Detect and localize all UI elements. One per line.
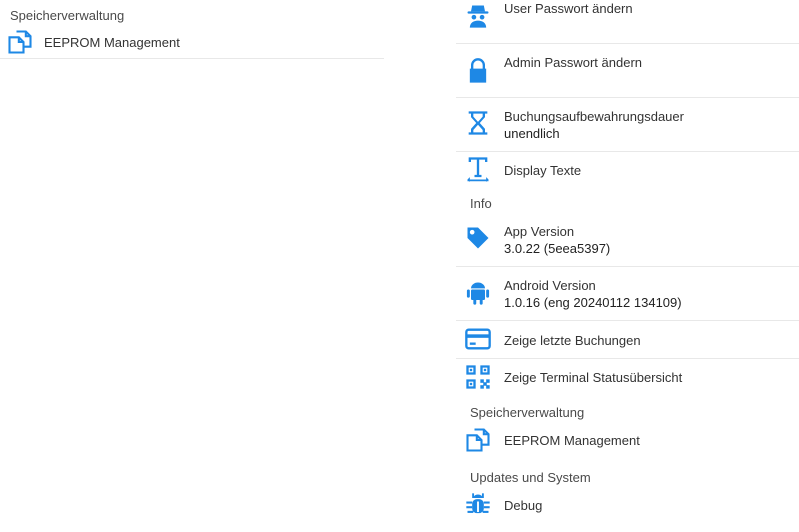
terminal-status-item[interactable]: Zeige Terminal Statusübersicht [456,359,799,395]
android-icon [464,279,492,307]
eeprom-management-item-right[interactable]: EEPROM Management [456,424,799,458]
eeprom-management-label-right: EEPROM Management [504,433,640,448]
terminal-status-label: Zeige Terminal Statusübersicht [504,370,683,385]
copy-icon [464,426,492,454]
divider [0,58,384,59]
recent-bookings-item[interactable]: Zeige letzte Buchungen [456,321,799,358]
card-icon [464,325,492,353]
text-format-icon [464,155,492,183]
eeprom-management-item[interactable]: EEPROM Management [0,28,384,58]
booking-retention-value: unendlich [504,126,560,141]
debug-item[interactable]: Debug [456,488,799,522]
display-texts-label: Display Texte [504,163,582,178]
user-password-label: User Passwort ändern [504,1,633,16]
android-version-item[interactable]: Android Version 1.0.16 (eng 20240112 134… [456,267,799,320]
app-version-value: 3.0.22 (5eea5397) [504,241,611,256]
section-header-info: Info [470,196,492,211]
bug-icon [464,491,492,519]
app-version-item[interactable]: App Version 3.0.22 (5eea5397) [456,214,799,266]
right-pane: User Passwort ändern Admin Passwort ände… [456,0,799,532]
section-header-updates: Updates und System [470,470,591,485]
section-header-storage: Speicherverwaltung [10,8,125,23]
eeprom-management-label: EEPROM Management [44,35,180,50]
section-header-storage-right: Speicherverwaltung [470,405,585,420]
android-version-value: 1.0.16 (eng 20240112 134109) [504,295,682,310]
left-pane: Speicherverwaltung EEPROM Management [0,0,384,532]
qr-code-icon [464,363,492,391]
tag-icon [464,224,492,252]
recent-bookings-label: Zeige letzte Buchungen [504,333,641,348]
app-version-label: App Version [504,224,575,239]
admin-password-item[interactable]: Admin Passwort ändern [456,44,799,97]
android-version-label: Android Version [504,278,596,293]
debug-label: Debug [504,498,543,513]
display-texts-item[interactable]: Display Texte [456,152,799,190]
booking-retention-label: Buchungsaufbewahrungsdauer [504,109,684,124]
hourglass-icon [464,109,492,137]
user-password-item[interactable]: User Passwort ändern [456,0,799,42]
booking-retention-item[interactable]: Buchungsaufbewahrungsdauer unendlich [456,98,799,150]
copy-icon [6,28,34,56]
admin-password-label: Admin Passwort ändern [504,55,643,70]
lock-icon [464,57,492,85]
spy-icon [464,2,492,30]
